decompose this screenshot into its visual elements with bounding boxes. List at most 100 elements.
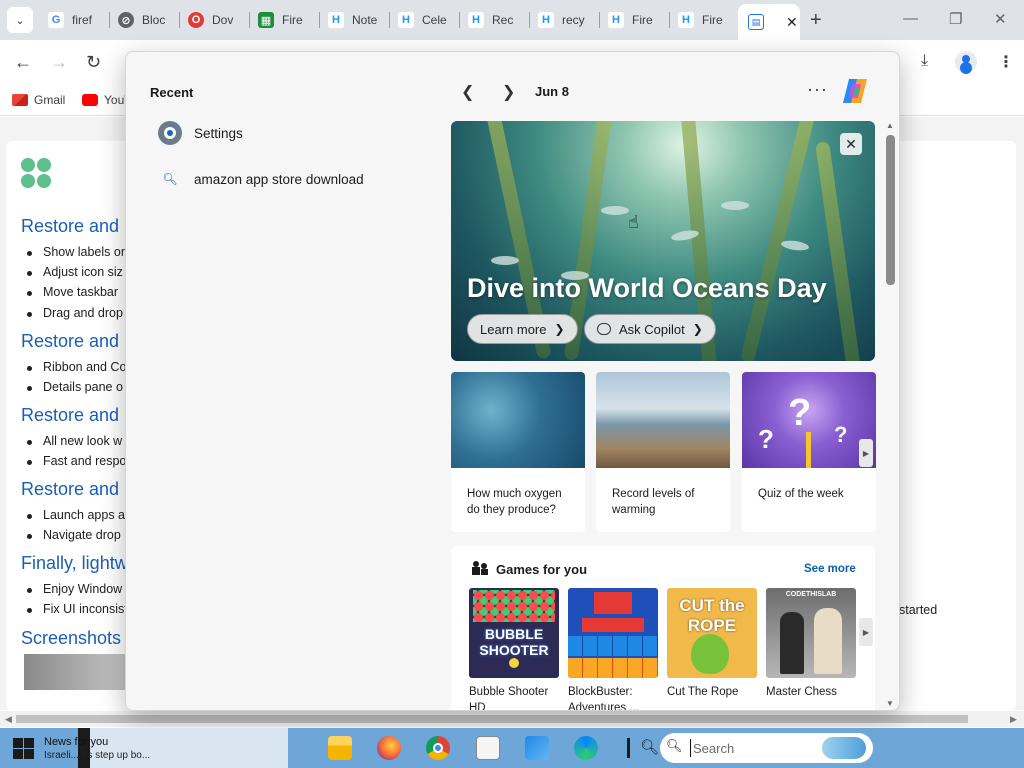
list-item: Ribbon and Co [26, 360, 127, 374]
profile-avatar-icon[interactable] [955, 51, 977, 73]
search-icon: 🔍︎ [666, 738, 683, 753]
close-icon[interactable]: ✕ [840, 133, 862, 155]
list-item: Enjoy Window [26, 582, 123, 596]
browser-tab[interactable]: H Cele [390, 6, 460, 34]
tab-search-button[interactable]: ⌄ [7, 7, 33, 33]
notepad-icon[interactable] [476, 736, 500, 760]
minimize-icon[interactable]: — [903, 10, 918, 27]
ask-copilot-button[interactable]: Ask Copilot ❯ [584, 314, 716, 344]
google-g-icon: G [48, 12, 64, 28]
game-card[interactable]: CUT the ROPE Cut The Rope [667, 588, 757, 700]
recent-item-settings[interactable]: Settings [158, 119, 243, 147]
browser-tab[interactable]: H Note [320, 6, 390, 34]
tile-caption: Quiz of the week [758, 488, 844, 500]
back-arrow-icon[interactable]: ← [14, 52, 32, 73]
game-card[interactable]: CODETHISLAB Master Chess [766, 588, 856, 700]
hubspot-h-icon: H [538, 12, 554, 28]
horizontal-scrollbar[interactable]: ◀ ▶ [0, 711, 1024, 727]
question-mark-icon: ? [758, 424, 774, 454]
news-tile[interactable]: Record levels of warming [596, 372, 730, 532]
window-close-icon[interactable]: ✕ [994, 10, 1007, 28]
games-section: Games for you See more BUBBLE SHOOTER Bu… [451, 546, 875, 711]
file-explorer-icon[interactable] [328, 736, 352, 760]
download-icon[interactable]: ⤓ [921, 52, 928, 70]
search-icon[interactable]: 🔍︎ [640, 738, 659, 756]
game-thumbnail: CODETHISLAB [766, 588, 856, 678]
question-mark-icon: ? [788, 392, 812, 434]
scroll-up-icon[interactable]: ▲ [886, 121, 894, 130]
date-label: Jun 8 [535, 84, 569, 99]
windows-start-icon[interactable] [13, 738, 34, 759]
section-heading: Finally, lightw [21, 553, 128, 573]
youtube-icon [82, 94, 98, 106]
taskbar-search-box[interactable]: 🔍︎ [660, 733, 873, 763]
tile-caption: How much oxygen do they produce? [467, 488, 562, 516]
section-heading: Screenshots [21, 628, 122, 648]
browser-tab[interactable]: H recy [530, 6, 600, 34]
carousel-next-icon[interactable]: ▶ [859, 439, 873, 467]
game-thumbnail [568, 588, 658, 678]
hubspot-h-icon: H [468, 12, 484, 28]
scrollbar-thumb[interactable] [886, 135, 895, 285]
game-card[interactable]: BlockBuster: Adventures ... [568, 588, 658, 711]
next-date-icon[interactable]: ❯ [502, 82, 515, 102]
browser-tab[interactable]: G firef [40, 6, 110, 34]
list-item: Adjust icon siz [27, 265, 123, 279]
site-logo-icon [21, 158, 53, 190]
chevron-down-icon: ⌄ [15, 14, 25, 27]
om-nom-icon [691, 634, 729, 674]
recent-item-search[interactable]: 🔍︎ amazon app store download [158, 165, 363, 193]
browser-tab-active[interactable]: ▤ ✕ [738, 4, 800, 40]
close-tab-icon[interactable]: ✕ [786, 14, 798, 31]
scroll-left-icon[interactable]: ◀ [5, 714, 12, 725]
bookmark-gmail[interactable]: Gmail [12, 93, 65, 107]
learn-more-button[interactable]: Learn more ❯ [467, 314, 578, 344]
search-highlight-image [822, 737, 866, 759]
previous-date-icon[interactable]: ❮ [461, 82, 474, 102]
chess-piece-icon [780, 612, 804, 674]
opera-icon: O [188, 12, 204, 28]
reload-icon[interactable]: ↻ [86, 52, 101, 73]
scroll-down-icon[interactable]: ▼ [886, 699, 894, 708]
browser-tab[interactable]: H Fire [670, 6, 736, 34]
new-tab-button[interactable]: + [810, 9, 822, 32]
news-tile[interactable]: How much oxygen do they produce? [451, 372, 585, 532]
restore-icon[interactable]: ❐ [949, 10, 962, 28]
more-options-icon[interactable]: ··· [807, 79, 828, 100]
search-icon: 🔍︎ [162, 172, 178, 186]
browser-tab[interactable]: ▦ Fire [250, 6, 320, 34]
list-item: Fix UI inconsist [27, 602, 128, 616]
browser-tab[interactable]: O Dov [180, 6, 250, 34]
games-heading: Games for you [496, 562, 588, 577]
edge-icon[interactable] [574, 736, 598, 760]
list-item: Navigate drop [27, 528, 121, 542]
browser-tab[interactable]: H Fire [600, 6, 670, 34]
photos-icon[interactable] [525, 736, 549, 760]
forward-arrow-icon[interactable]: → [50, 52, 68, 73]
copilot-icon[interactable] [839, 75, 871, 107]
scrollbar-thumb[interactable] [16, 715, 968, 723]
hubspot-h-icon: H [608, 12, 624, 28]
recent-heading: Recent [150, 85, 194, 100]
game-name: BlockBuster: Adventures ... [568, 686, 639, 711]
chrome-icon[interactable] [426, 736, 450, 760]
game-card[interactable]: BUBBLE SHOOTER Bubble Shooter HD [469, 588, 559, 710]
scroll-right-icon[interactable]: ▶ [1010, 714, 1017, 725]
hubspot-h-icon: H [398, 12, 414, 28]
tile-caption: Record levels of warming [612, 488, 695, 516]
see-more-link[interactable]: See more [804, 563, 856, 575]
chat-bubble-icon [597, 323, 611, 335]
hero-card[interactable]: ✕ Dive into World Oceans Day Learn more … [451, 121, 875, 361]
taskbar: News for you Israeli... es step up bo...… [0, 728, 1024, 768]
browser-tab[interactable]: ⊘ Bloc [110, 6, 180, 34]
kebab-menu-icon[interactable]: ⋮ [998, 52, 1014, 72]
browser-tab[interactable]: H Rec [460, 6, 530, 34]
news-tile[interactable]: ? ? ? Quiz of the week [742, 372, 876, 532]
firefox-icon[interactable] [377, 736, 401, 760]
list-item: Details pane o [27, 380, 123, 394]
blocked-icon: ⊘ [118, 12, 134, 28]
taskbar-search-input[interactable] [690, 739, 810, 757]
carousel-next-icon[interactable]: ▶ [859, 618, 873, 646]
news-widget[interactable] [78, 728, 288, 768]
panel-scrollbar[interactable]: ▲ ▼ [883, 121, 899, 710]
